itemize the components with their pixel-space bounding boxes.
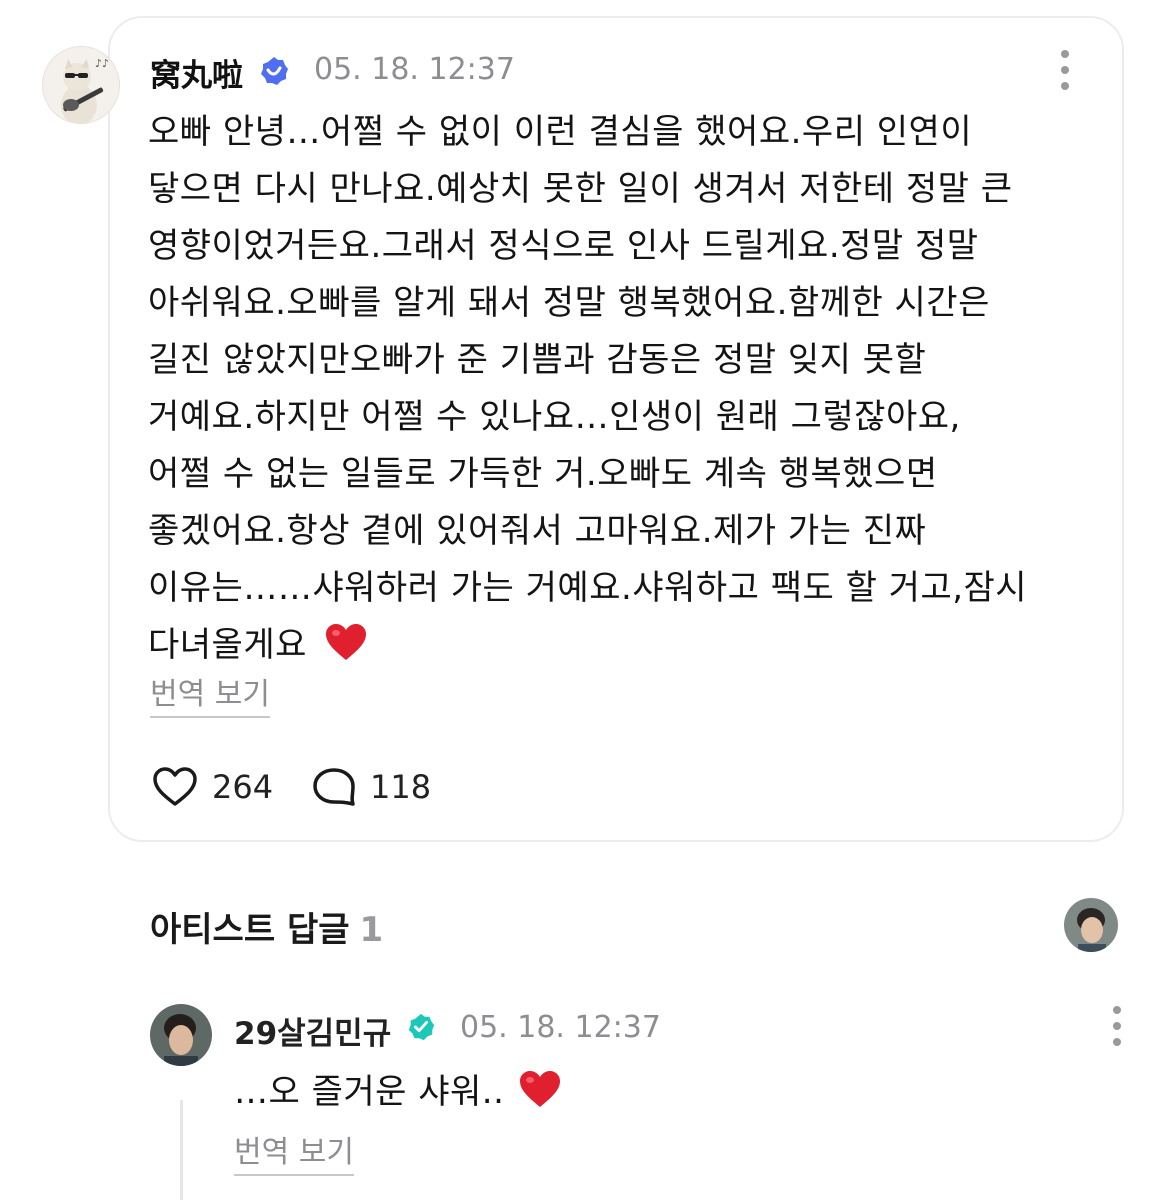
svg-text:♪♪: ♪♪ [95, 57, 109, 70]
heart-icon [153, 767, 197, 806]
post-line: 영향이었거든요.그래서 정식으로 인사 드릴게요.정말 정말 [148, 226, 979, 266]
red-heart-emoji-icon [326, 624, 367, 660]
artist-replies-count: 1 [359, 910, 384, 950]
like-count: 264 [212, 768, 274, 806]
post-line-last: 다녀올게요 [148, 617, 1098, 674]
artist-photo-image [1064, 898, 1118, 952]
post-line-text: 다녀올게요 [148, 625, 307, 665]
post-body: 오빠 안녕…어쩔 수 없이 이런 결심을 했어요.우리 인연이 닿으면 다시 만… [148, 104, 1098, 674]
reply-body: …오 즐거운 샤워.. [234, 1064, 562, 1113]
post-line: 아쉬워요.오빠를 알게 돼서 정말 행복했어요.함께한 시간은 [148, 283, 990, 323]
reply-timestamp: 05. 18. 12:37 [460, 1010, 661, 1045]
more-vertical-icon[interactable] [1110, 1006, 1124, 1046]
post-line: 어쩔 수 없는 일들로 가득한 거.오빠도 계속 행복했으면 [148, 454, 938, 494]
post-line: 좋겠어요.항상 곁에 있어줘서 고마워요.제가 가는 진짜 [148, 511, 927, 551]
post-line: 이유는……샤워하러 가는 거예요.샤워하고 팩도 할 거고,잠시 [148, 568, 1028, 608]
reply-text: …오 즐거운 샤워.. [234, 1072, 505, 1112]
like-button[interactable]: 264 [152, 766, 273, 808]
verified-badge-icon [261, 57, 288, 85]
post-author-name[interactable]: 窝丸啦 [150, 50, 243, 95]
reply-author-name[interactable]: 29살김민규 [234, 1008, 391, 1053]
post-line: 오빠 안녕…어쩔 수 없이 이런 결심을 했어요.우리 인연이 [148, 112, 973, 152]
artist-photo-image [150, 1004, 212, 1066]
reply-translate-link[interactable]: 번역 보기 [234, 1134, 354, 1176]
artist-replies-label: 아티스트 답글 [150, 910, 350, 950]
post-line: 길진 않았지만오빠가 준 기쁨과 감동은 정말 잊지 못할 [148, 340, 927, 380]
speech-bubble-icon [313, 768, 355, 806]
artist-replies-title: 아티스트 답글 1 [150, 902, 383, 951]
thread-line [180, 1100, 183, 1200]
post-line: 닿으면 다시 만나요.예상치 못한 일이 생겨서 저한테 정말 큰 [148, 169, 1013, 209]
more-vertical-icon[interactable] [1058, 50, 1072, 90]
reply-author-avatar[interactable] [150, 1004, 212, 1066]
artist-avatar-small[interactable] [1064, 898, 1118, 952]
translate-link[interactable]: 번역 보기 [150, 676, 270, 718]
comment-button[interactable]: 118 [312, 766, 431, 808]
comment-count: 118 [370, 768, 432, 806]
cat-guitar-avatar-image: ♪♪ [43, 47, 119, 123]
post-timestamp: 05. 18. 12:37 [314, 52, 515, 87]
verified-badge-icon [408, 1013, 435, 1041]
post-line: 거예요.하지만 어쩔 수 있나요…인생이 원래 그렇잖아요, [148, 397, 961, 437]
author-avatar[interactable]: ♪♪ [42, 46, 120, 124]
red-heart-emoji-icon [519, 1071, 560, 1107]
